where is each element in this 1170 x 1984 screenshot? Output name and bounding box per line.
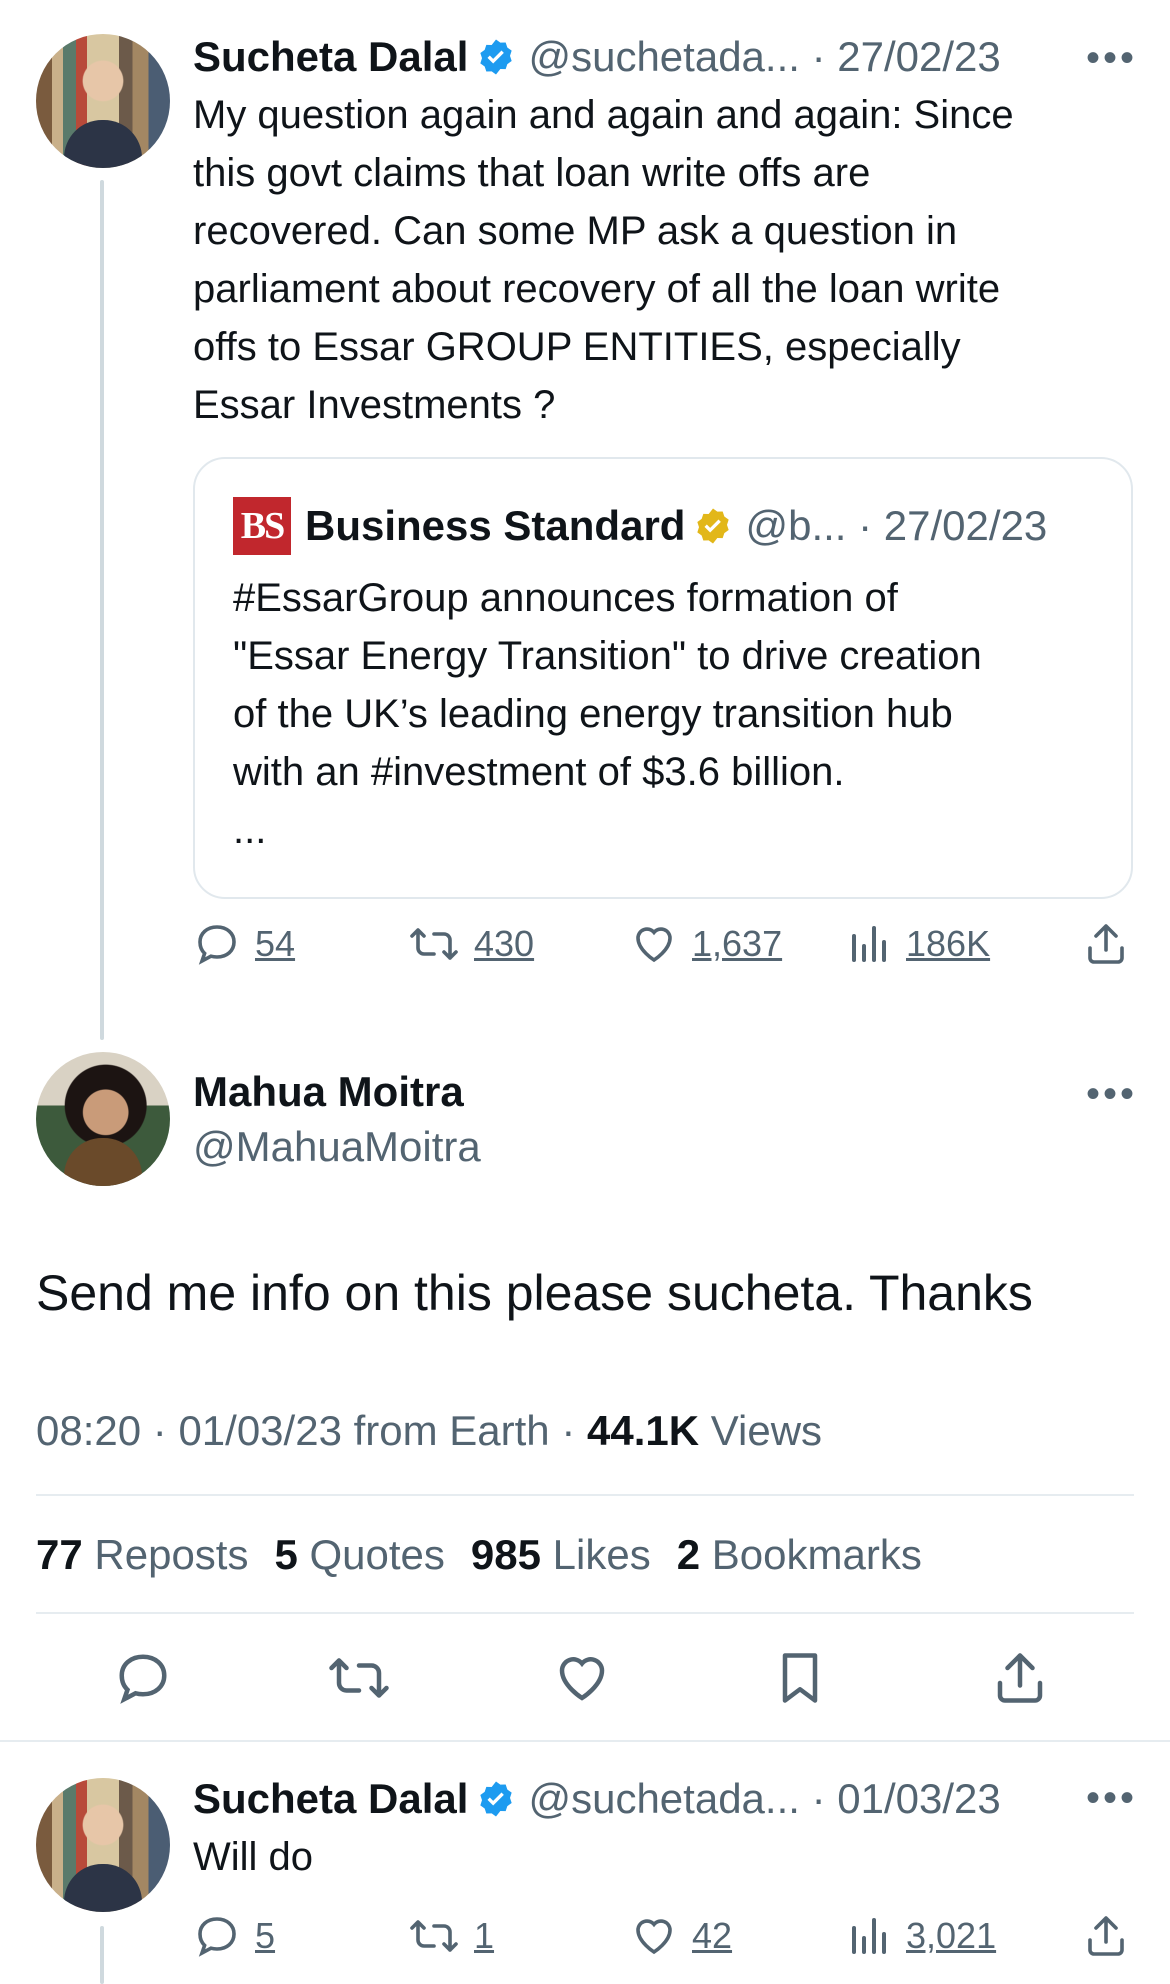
- heart-icon: [636, 927, 672, 963]
- tweet3-more-icon[interactable]: •••: [1086, 1776, 1137, 1821]
- views-chart-icon: [852, 926, 886, 962]
- tweet1-text-line: Essar Investments ?: [193, 383, 556, 427]
- tweet1-text-line: parliament about recovery of all the loa…: [193, 267, 1001, 311]
- tweet1-author-name[interactable]: Sucheta Dalal: [193, 33, 468, 81]
- main-like-button[interactable]: [552, 1648, 612, 1708]
- tweet1-more-icon[interactable]: •••: [1086, 36, 1137, 81]
- tweet3-like-count: 42: [692, 1915, 733, 1956]
- quote-author-name: Business Standard: [305, 502, 686, 549]
- avatar-sucheta[interactable]: [36, 1778, 170, 1912]
- tweet3-like-button[interactable]: 42: [630, 1912, 732, 1960]
- business-standard-logo: BS: [233, 497, 291, 555]
- avatar-sucheta[interactable]: [36, 34, 170, 168]
- main-author-handle[interactable]: @MahuaMoitra: [193, 1118, 481, 1176]
- verified-gold-badge-icon: [697, 508, 730, 544]
- heart-icon: [636, 1919, 672, 1955]
- tweet3-reply-count: 5: [255, 1915, 276, 1956]
- bookmarks-stat[interactable]: 2 Bookmarks: [677, 1526, 922, 1584]
- main-tweet-text: Send me info on this please sucheta. Tha…: [36, 1265, 1033, 1321]
- main-reply-button[interactable]: [113, 1648, 173, 1708]
- divider: [36, 1612, 1134, 1614]
- quote-text: #EssarGroup announces formation of "Essa…: [233, 569, 1113, 859]
- quote-text-line: "Essar Energy Transition" to drive creat…: [233, 634, 982, 678]
- quote-text-line: with an #investment of $3.6 billion.: [233, 750, 845, 794]
- quote-truncation-ellipsis: ...: [233, 808, 267, 852]
- share-icon: [1088, 1916, 1124, 1956]
- quote-date: 27/02/23: [883, 502, 1048, 549]
- share-icon: [1088, 924, 1124, 964]
- main-source: from Earth: [353, 1407, 550, 1454]
- tweet1-text-line: offs to Essar GROUP ENTITIES, especially: [193, 325, 961, 369]
- tweet1-repost-count: 430: [474, 923, 535, 964]
- tweet3-views-button[interactable]: 3,021: [848, 1912, 996, 1960]
- views-chart-icon: [852, 1918, 886, 1954]
- quote-text-line: #EssarGroup announces formation of: [233, 576, 898, 620]
- tweet1-handle[interactable]: @suchetada...: [528, 33, 799, 80]
- tweet1-share-button[interactable]: [1082, 920, 1130, 968]
- main-repost-button[interactable]: [326, 1648, 392, 1708]
- tweet3-repost-count: 1: [474, 1915, 495, 1956]
- tweet3-date[interactable]: 01/03/23: [837, 1775, 1001, 1822]
- tweet3-share-button[interactable]: [1082, 1912, 1130, 1960]
- reposts-stat[interactable]: 77 Reposts: [36, 1526, 248, 1584]
- tweet1-text: My question again and again and again: S…: [193, 86, 1133, 434]
- main-time[interactable]: 08:20: [36, 1407, 141, 1454]
- heart-icon: [559, 1657, 605, 1701]
- divider: [36, 1494, 1134, 1496]
- tweet3-header: Sucheta Dalal @suchetada... · 01/03/23: [193, 1775, 1001, 1823]
- divider: [0, 1740, 1170, 1742]
- likes-stat[interactable]: 985 Likes: [471, 1526, 651, 1584]
- tweet3-reply-button[interactable]: 5: [193, 1912, 275, 1960]
- verified-badge-icon: [480, 1781, 513, 1817]
- repost-icon: [410, 1920, 458, 1952]
- quotes-stat[interactable]: 5 Quotes: [274, 1526, 444, 1584]
- tweet3-views-count: 3,021: [906, 1915, 997, 1956]
- quote-handle: @b...: [745, 502, 847, 549]
- engagement-stats: 77 Reposts 5 Quotes 985 Likes 2 Bookmark…: [36, 1526, 922, 1584]
- tweet1-text-line: recovered. Can some MP ask a question in: [193, 209, 958, 253]
- tweet3-text: Will do: [193, 1835, 314, 1879]
- main-views-label: Views: [710, 1407, 823, 1454]
- tweet1-views-button[interactable]: 186K: [848, 920, 990, 968]
- tweet1-like-button[interactable]: 1,637: [630, 920, 782, 968]
- bookmark-icon: [782, 1653, 818, 1703]
- main-views-count: 44.1K: [587, 1407, 700, 1454]
- verified-badge-icon: [480, 39, 513, 75]
- tweet1-reply-count: 54: [255, 923, 296, 964]
- tweet1-text-line: My question again and again and again: S…: [193, 93, 1014, 137]
- reply-icon: [198, 925, 236, 965]
- tweet1-reply-button[interactable]: 54: [193, 920, 295, 968]
- tweet3-author-name[interactable]: Sucheta Dalal: [193, 1775, 468, 1823]
- main-date[interactable]: 01/03/23: [178, 1407, 342, 1454]
- main-more-icon[interactable]: •••: [1086, 1072, 1137, 1117]
- tweet1-like-count: 1,637: [692, 923, 783, 964]
- share-icon: [997, 1653, 1043, 1703]
- main-tweet-meta: 08:20 · 01/03/23 from Earth · 44.1K View…: [36, 1407, 823, 1454]
- thread-connector-line: [100, 1926, 104, 1984]
- main-share-button[interactable]: [990, 1648, 1050, 1708]
- tweet1-views-count: 186K: [906, 923, 991, 964]
- tweet3-repost-button[interactable]: 1: [408, 1912, 494, 1960]
- tweet1-repost-button[interactable]: 430: [408, 920, 534, 968]
- repost-icon: [410, 928, 458, 960]
- reply-icon: [198, 1917, 236, 1957]
- quote-text-line: of the UK’s leading energy transition hu…: [233, 692, 953, 736]
- thread-connector-line: [100, 180, 104, 1040]
- main-author-name[interactable]: Mahua Moitra: [193, 1063, 464, 1121]
- tweet1-date[interactable]: 27/02/23: [837, 33, 1001, 80]
- quote-header: Business Standard @b... · 27/02/23: [305, 502, 1048, 549]
- tweet1-header: Sucheta Dalal @suchetada... · 27/02/23: [193, 33, 1001, 81]
- avatar-mahua[interactable]: [36, 1052, 170, 1186]
- main-bookmark-button[interactable]: [770, 1648, 830, 1708]
- reply-icon: [119, 1654, 167, 1704]
- tweet1-text-line: this govt claims that loan write offs ar…: [193, 151, 871, 195]
- repost-icon: [329, 1658, 389, 1698]
- tweet3-handle[interactable]: @suchetada...: [528, 1775, 799, 1822]
- quoted-tweet-card[interactable]: BS Business Standard @b... · 27/02/23 #E…: [193, 457, 1133, 899]
